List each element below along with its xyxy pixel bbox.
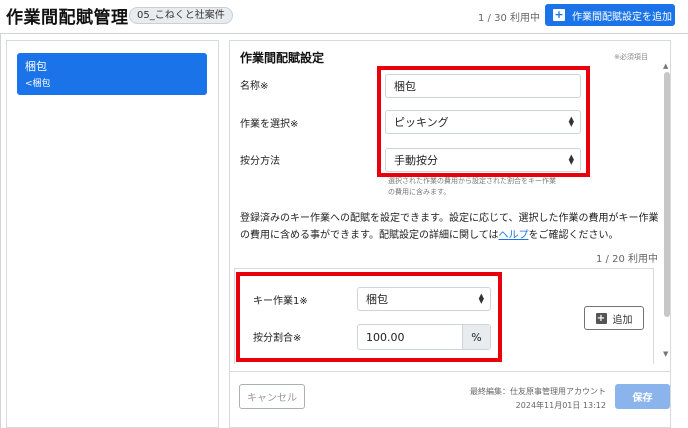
section-title: 作業間配賦設定 xyxy=(240,51,325,65)
required-note: ※必須項目 xyxy=(614,53,648,61)
scroll-thumb[interactable] xyxy=(664,72,670,317)
method-help-line1: 選択された作業の費用から設定された割合をキー作業 xyxy=(388,177,556,185)
page-title: 作業間配賦管理 xyxy=(6,8,129,28)
divider xyxy=(0,33,1,428)
scroll-down-icon[interactable]: ▼ xyxy=(663,350,668,358)
divider xyxy=(0,33,688,34)
last-editor: 最終編集：仕友原事管理用アカウント xyxy=(470,387,606,396)
task-label: 作業を選択※ xyxy=(240,119,299,130)
page-header: 作業間配賦管理 05_こねくと社案件 1 / 30 利用中 + 作業間配賦設定を… xyxy=(0,0,688,32)
project-badge: 05_こねくと社案件 xyxy=(129,7,233,24)
usage-count: 1 / 30 利用中 xyxy=(478,13,540,24)
save-button[interactable]: 保存 xyxy=(615,384,670,409)
last-edit-timestamp: 2024年11月01日 13:12 xyxy=(515,401,606,410)
last-edit-info: 最終編集：仕友原事管理用アカウント 2024年11月01日 13:12 xyxy=(468,385,606,413)
scrollbar[interactable]: ▲ ▼ xyxy=(663,62,672,362)
scroll-up-icon[interactable]: ▲ xyxy=(663,62,668,70)
highlight-box-form xyxy=(377,66,590,177)
cancel-button[interactable]: キャンセル xyxy=(239,384,305,409)
sidebar-item-konpo[interactable]: 梱包 <梱包 xyxy=(17,53,207,95)
add-key-task-button[interactable]: + 追加 xyxy=(584,306,644,330)
method-label: 按分方法 xyxy=(240,156,280,167)
sidebar-item-sublabel: <梱包 xyxy=(25,79,51,89)
plus-icon: + xyxy=(595,312,607,324)
help-link[interactable]: ヘルプ xyxy=(499,230,529,241)
allocation-description: 登録済みのキー作業への配賦を設定できます。設定に応じて、選択した作業の費用がキー… xyxy=(240,210,660,244)
plus-icon: + xyxy=(553,8,565,21)
divider xyxy=(230,371,670,372)
description-text-end: をご確認ください。 xyxy=(528,230,619,241)
method-help-line2: の費用に含みます。 xyxy=(388,188,451,196)
highlight-box-key-task xyxy=(236,272,502,362)
sidebar: 梱包 <梱包 xyxy=(6,40,219,428)
key-task-count: 1 / 20 利用中 xyxy=(596,254,658,265)
add-allocation-label: 作業間配賦設定を追加 xyxy=(572,11,672,23)
add-key-task-label: 追加 xyxy=(612,314,633,326)
add-allocation-button[interactable]: + 作業間配賦設定を追加 xyxy=(545,4,675,26)
name-label: 名称※ xyxy=(240,81,269,92)
sidebar-item-label: 梱包 xyxy=(25,60,47,73)
